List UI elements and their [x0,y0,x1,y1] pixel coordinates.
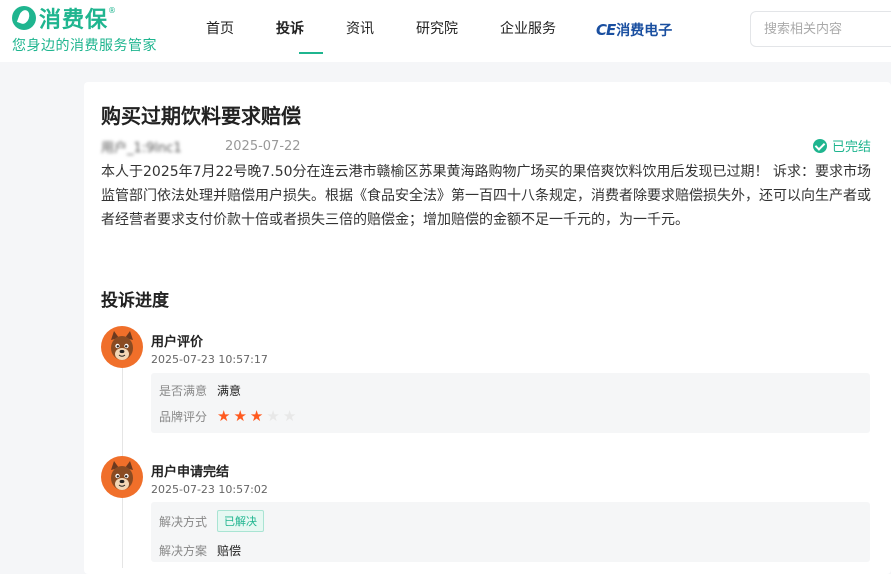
logo-text: 消费保 [39,8,109,33]
complaint-card: 购买过期饮料要求赔偿 用户_1:9lnc1 2025-07-22 已完结 本人于… [84,82,891,574]
resolved-tag: 已解决 [217,510,264,532]
plan-row: 解决方案 赔偿 [159,542,241,559]
nav-research[interactable]: 研究院 [416,0,500,62]
ce-logo-icon: CE [596,21,616,39]
complaint-title: 购买过期饮料要求赔偿 [101,104,301,128]
star-filled-icon: ★ [249,407,264,425]
registered-mark: ® [108,6,117,15]
site-logo[interactable]: 消费保 ® 您身边的消费服务管家 [12,4,157,55]
timeline-item-name: 用户评价 [151,335,204,350]
star-filled-icon: ★ [217,407,231,425]
dog-avatar-icon [111,331,133,360]
plan-label: 解决方案 [159,544,208,558]
timeline-item-name: 用户申请完结 [151,465,230,480]
dog-avatar-icon [111,461,133,490]
search-box [750,11,891,47]
review-details: 是否满意 满意 品牌评分 ★ ★ ★ ★ ★ [151,373,870,433]
author-name[interactable]: 用户_1:9lnc1 [101,137,213,156]
method-label: 解决方式 [159,514,208,529]
complaint-date: 2025-07-22 [225,139,301,154]
nav-complaints[interactable]: 投诉 [276,0,346,62]
nav-home[interactable]: 首页 [206,0,276,62]
plan-value: 赔偿 [217,544,242,558]
method-row: 解决方式 已解决 [159,510,264,532]
complaint-content: 本人于2025年7月22号晚7.50分在连云港市赣榆区苏果黄海路购物广场买的果倍… [101,164,871,228]
site-header: 消费保 ® 您身边的消费服务管家 首页 投诉 资讯 研究院 企业服务 CE 消费… [0,0,891,62]
star-empty-icon: ★ [266,407,280,425]
star-empty-icon: ★ [282,407,297,425]
logo-slogan: 您身边的消费服务管家 [12,38,157,54]
timeline-item-time: 2025-07-23 10:57:17 [151,353,268,366]
satisfaction-label: 是否满意 [159,384,208,398]
avatar [101,456,143,498]
rating-row: 品牌评分 ★ ★ ★ ★ ★ [159,408,299,425]
leaf-logo-icon [12,6,36,30]
nav-consumer-electronics[interactable]: CE 消费电子 [596,20,672,40]
check-circle-icon [812,138,827,153]
avatar [101,326,143,368]
nav-news[interactable]: 资讯 [346,0,416,62]
search-input[interactable] [751,12,891,46]
status-badge: 已完结 [812,136,871,155]
main-nav: 首页 投诉 资讯 研究院 企业服务 [190,0,600,62]
progress-title: 投诉进度 [101,291,169,311]
timeline-item-time: 2025-07-23 10:57:02 [151,483,268,496]
status-text: 已完结 [831,140,871,155]
satisfaction-row: 是否满意 满意 [159,382,241,399]
brand-rating: ★ ★ ★ ★ ★ [217,409,299,424]
star-filled-icon: ★ [233,407,247,425]
rating-label: 品牌评分 [159,410,208,424]
ce-label: 消费电子 [616,23,673,39]
nav-enterprise[interactable]: 企业服务 [500,0,600,62]
resolution-details: 解决方式 已解决 解决方案 赔偿 [151,502,870,562]
satisfaction-value: 满意 [217,384,242,398]
complaint-meta: 用户_1:9lnc1 2025-07-22 [101,137,301,156]
